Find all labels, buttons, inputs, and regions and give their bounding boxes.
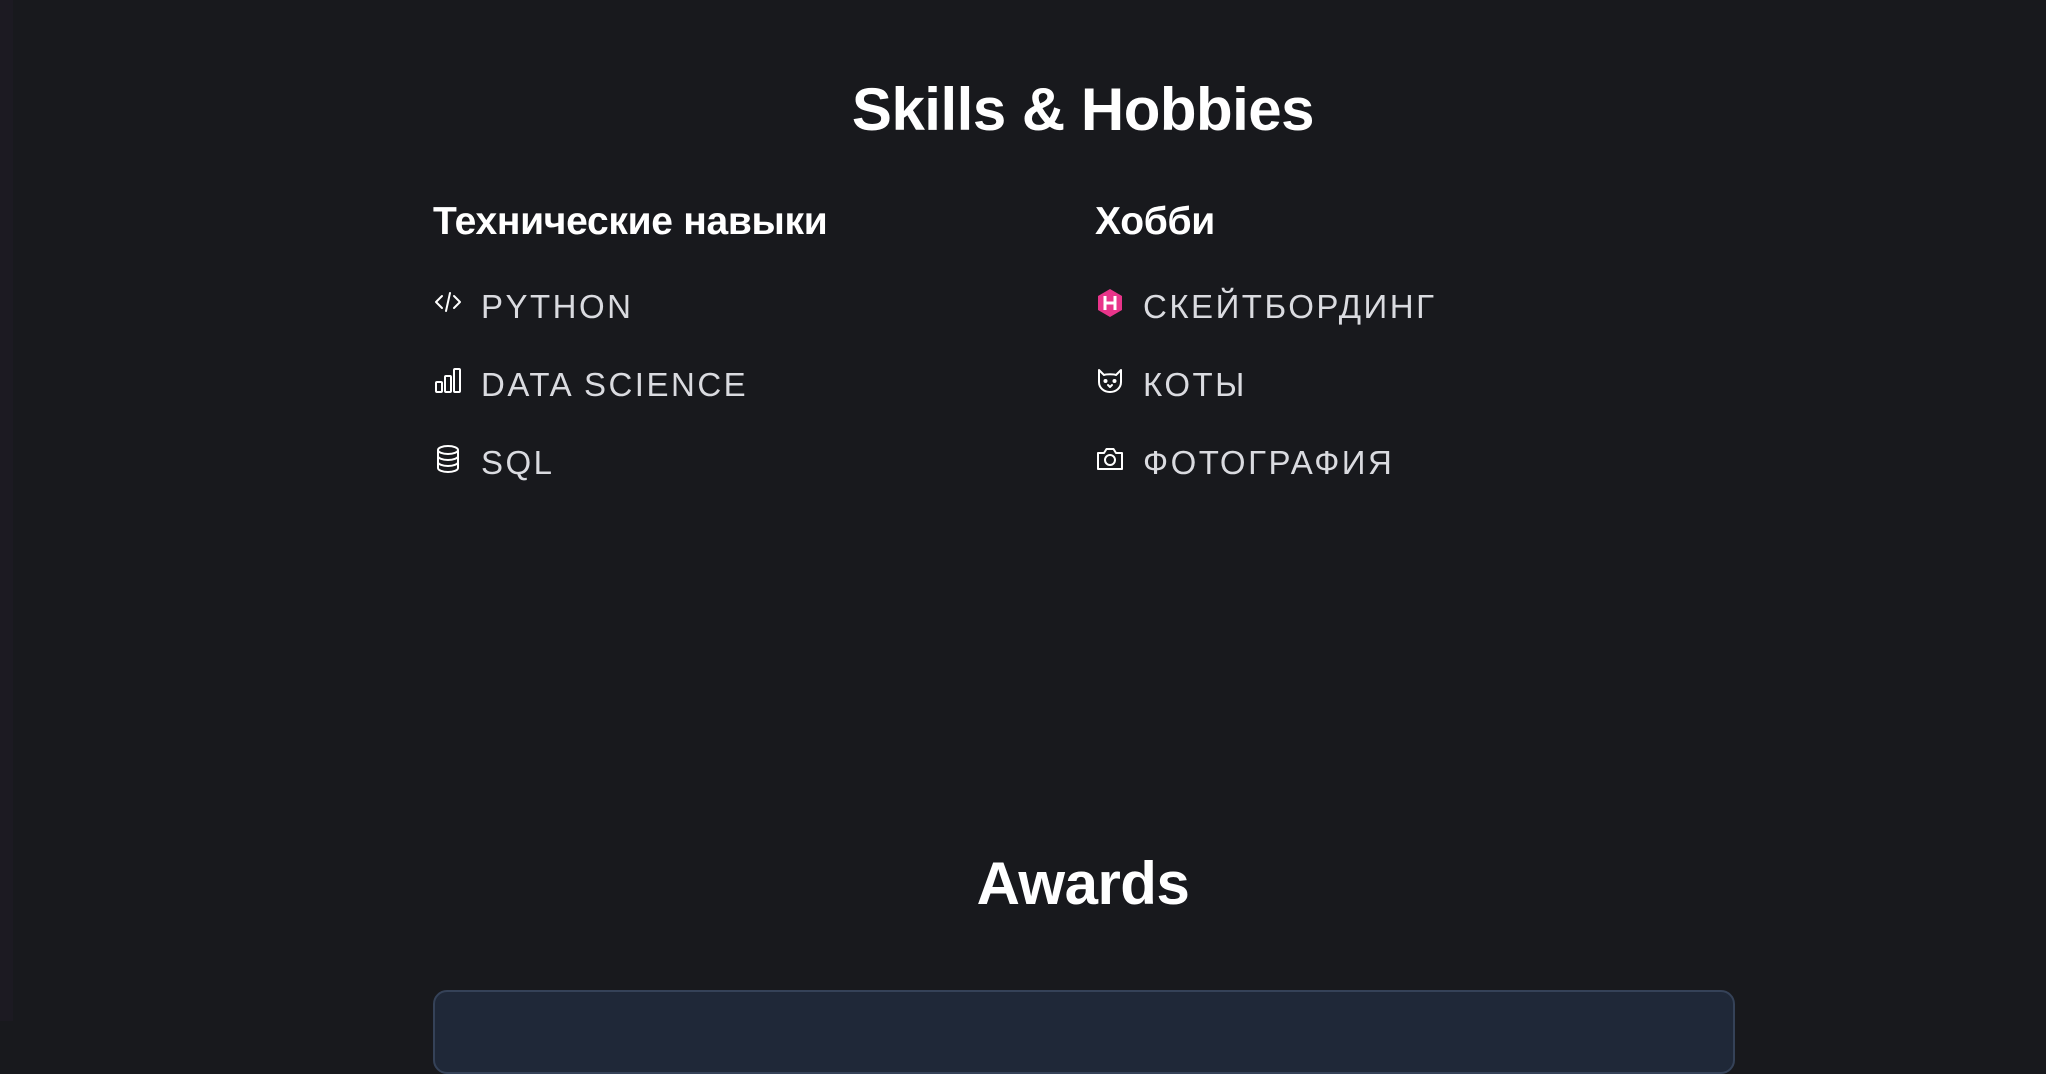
item-label: DATA SCIENCE	[481, 366, 749, 403]
code-icon	[433, 288, 463, 318]
list-item: СКЕЙТБОРДИНГ	[1095, 288, 1436, 326]
bar-chart-icon	[433, 366, 463, 396]
item-label: КОТЫ	[1143, 366, 1247, 403]
awards-title: Awards	[976, 850, 1190, 917]
item-label: SQL	[481, 444, 555, 481]
item-label: PYTHON	[481, 288, 634, 325]
camera-icon	[1095, 444, 1125, 474]
list-item: DATA SCIENCE	[433, 366, 827, 404]
list-item: ФОТОГРАФИЯ	[1095, 444, 1436, 482]
hobbies-list: СКЕЙТБОРДИНГ КОТЫ ФОТОГРАФИЯ	[1095, 288, 1436, 482]
list-item: SQL	[433, 444, 827, 482]
cat-icon	[1095, 366, 1125, 396]
list-item: PYTHON	[433, 288, 827, 326]
hobbies-title: Хобби	[1095, 200, 1215, 243]
database-icon	[433, 444, 463, 474]
technical-skills-title: Технические навыки	[433, 200, 828, 243]
hobbies-column: Хобби СКЕЙТБОРДИНГ КОТЫ ФОТОГРАФИЯ	[1095, 198, 1436, 522]
page-content: Skills & Hobbies Технические навыки PYTH…	[0, 0, 2046, 1074]
item-label: СКЕЙТБОРДИНГ	[1143, 288, 1437, 325]
award-card	[433, 990, 1735, 1074]
hexagon-h-icon	[1095, 288, 1125, 318]
technical-skills-list: PYTHON DATA SCIENCE SQL	[433, 288, 827, 482]
item-label: ФОТОГРАФИЯ	[1143, 444, 1395, 481]
technical-skills-column: Технические навыки PYTHON DATA SCIENCE S…	[433, 198, 828, 522]
skills-hobbies-title: Skills & Hobbies	[851, 76, 1315, 143]
list-item: КОТЫ	[1095, 366, 1436, 404]
